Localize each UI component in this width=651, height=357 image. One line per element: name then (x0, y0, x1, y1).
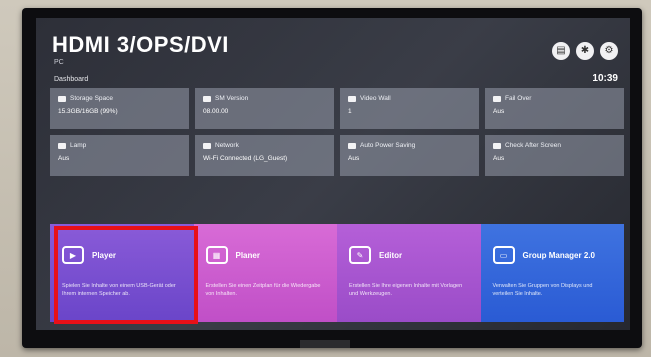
tv-screen: HDMI 3/OPS/DVI PC Dashboard 10:39 ▤ ✱ ⚙ … (36, 18, 630, 330)
info-tile-fail-over[interactable]: Fail Over Aus (485, 88, 624, 129)
play-icon: ▶ (62, 246, 84, 264)
video-wall-icon (348, 95, 356, 102)
settings-icon[interactable]: ✱ (576, 42, 594, 60)
gear-icon[interactable]: ⚙ (600, 42, 618, 60)
info-tile-check-screen[interactable]: Check After Screen Aus (485, 135, 624, 176)
app-player[interactable]: ▶ Player Spielen Sie Inhalte von einem U… (50, 224, 194, 322)
info-tile-storage[interactable]: Storage Space 15.3GB/16GB (99%) (50, 88, 189, 129)
app-launcher-row: ▶ Player Spielen Sie Inhalte von einem U… (50, 224, 624, 322)
app-planer[interactable]: ▦ Planer Erstellen Sie einen Zeitplan fü… (193, 224, 337, 322)
monitor-icon: ▭ (492, 246, 515, 264)
app-editor[interactable]: ✎ Editor Erstellen Sie Ihre eigenen Inha… (337, 224, 481, 322)
info-grid: Storage Space 15.3GB/16GB (99%) SM Versi… (50, 88, 624, 178)
info-tile-video-wall[interactable]: Video Wall 1 (340, 88, 479, 129)
version-icon (203, 95, 211, 102)
check-screen-icon (493, 142, 501, 149)
info-tile-power-saving[interactable]: Auto Power Saving Aus (340, 135, 479, 176)
input-subtitle: PC (54, 59, 64, 66)
lamp-icon (58, 142, 66, 149)
storage-icon (58, 95, 66, 102)
page-title: HDMI 3/OPS/DVI (52, 32, 229, 57)
calendar-icon: ▦ (205, 246, 228, 264)
network-icon (203, 142, 211, 149)
app-group-manager[interactable]: ▭ Group Manager 2.0 Verwalten Sie Gruppe… (480, 224, 624, 322)
edit-icon: ✎ (349, 246, 371, 264)
info-tile-sm-version[interactable]: SM Version 08.00.00 (195, 88, 334, 129)
info-tile-lamp[interactable]: Lamp Aus (50, 135, 189, 176)
clock: 10:39 (592, 73, 618, 84)
info-tile-network[interactable]: Network Wi-Fi Connected (LG_Guest) (195, 135, 334, 176)
power-saving-icon (348, 142, 356, 149)
fail-over-icon (493, 95, 501, 102)
section-label: Dashboard (54, 76, 89, 83)
tv-stand (300, 340, 350, 348)
book-icon[interactable]: ▤ (552, 42, 570, 60)
top-icon-bar: ▤ ✱ ⚙ (552, 42, 618, 60)
